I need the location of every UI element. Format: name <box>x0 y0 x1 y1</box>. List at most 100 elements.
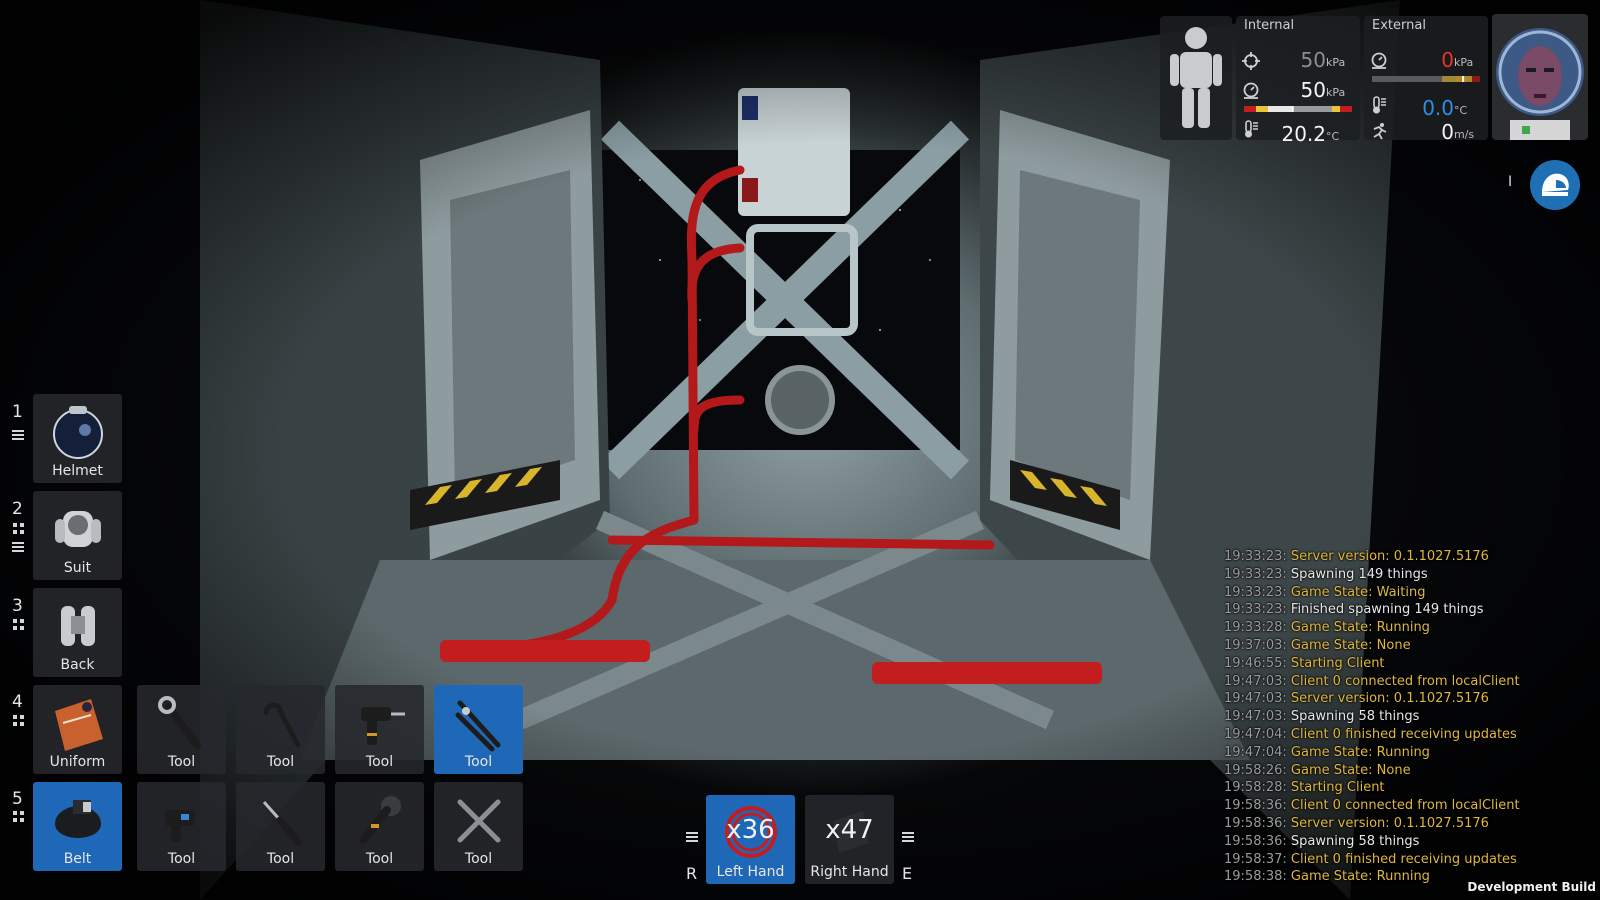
log-timestamp: 19:33:23: <box>1224 584 1287 600</box>
log-line: 19:58:36: Server version: 0.1.1027.5176 <box>1224 816 1600 834</box>
external-temperature-value: 0.0 <box>1422 96 1454 120</box>
uniform-tool-slot-4[interactable]: Tool <box>434 685 523 774</box>
left-hand-label: Left Hand <box>716 864 785 880</box>
log-line: 19:47:04: Game State: Running <box>1224 745 1600 763</box>
log-message: Spawning 58 things <box>1290 833 1420 849</box>
menu-lines-icon[interactable] <box>12 428 26 442</box>
log-line: 19:47:03: Client 0 connected from localC… <box>1224 674 1600 692</box>
log-message: Game State: Running <box>1290 869 1430 885</box>
log-message: Client 0 connected from localClient <box>1290 798 1520 814</box>
internal-status-panel: Internal 50 kPa 50 kPa 20.2 °C <box>1236 16 1360 146</box>
uniform-tool-slot-2[interactable]: Tool <box>236 685 325 774</box>
log-line: 19:33:23: Game State: Waiting <box>1224 585 1600 603</box>
belt-tool-slot-3[interactable]: Tool <box>335 782 424 871</box>
slot-number-4: 4 <box>12 692 23 712</box>
helmet-icon <box>53 406 103 459</box>
equipment-slot-back[interactable]: Back <box>33 588 122 677</box>
helmet-toggle-button[interactable] <box>1530 160 1580 210</box>
internal-temperature-value: 20.2 <box>1281 122 1326 146</box>
screwdriver-icon <box>262 801 302 846</box>
log-timestamp: 19:58:37: <box>1224 851 1287 867</box>
log-message: Game State: Waiting <box>1290 584 1426 600</box>
uniform-tool-slot-1[interactable]: Tool <box>137 685 226 774</box>
log-timestamp: 19:58:38: <box>1224 869 1287 885</box>
tool-slot-label: Tool <box>167 754 196 770</box>
log-timestamp: 19:47:04: <box>1224 744 1287 760</box>
jetpack-icon <box>61 606 95 646</box>
left-hand-count: x36 <box>726 815 775 845</box>
log-line: 19:58:37: Client 0 finished receiving up… <box>1224 852 1600 870</box>
log-message: Starting Client <box>1290 780 1385 796</box>
right-hand-key: E <box>902 864 913 883</box>
internal-temperature-row: 20.2 °C <box>1236 110 1360 146</box>
uniform-icon <box>55 699 103 751</box>
equipment-slot-belt[interactable]: Belt <box>33 782 122 871</box>
external-speed-row: 0 m/s <box>1364 120 1488 146</box>
uniform-tool-slot-3[interactable]: Tool <box>335 685 424 774</box>
log-timestamp: 19:33:28: <box>1224 620 1287 636</box>
tool-slot-label: Tool <box>365 754 394 770</box>
grid-dots-icon[interactable] <box>12 522 26 536</box>
equipment-slot-uniform[interactable]: Uniform <box>33 685 122 774</box>
gauge-icon <box>1243 82 1259 99</box>
running-figure-icon <box>1373 123 1387 140</box>
grid-dots-icon[interactable] <box>12 618 26 632</box>
log-timestamp: 19:58:36: <box>1224 833 1287 849</box>
body-figure-icon <box>1170 27 1222 128</box>
log-timestamp: 19:58:28: <box>1224 780 1287 796</box>
right-hand-slot[interactable]: x47 Right Hand <box>805 795 894 884</box>
internal-temperature-unit: °C <box>1326 130 1340 143</box>
equipment-slot-helmet[interactable]: Helmet <box>33 394 122 483</box>
menu-lines-icon[interactable] <box>902 830 916 844</box>
equipment-slot-suit[interactable]: Suit <box>33 491 122 580</box>
log-message: Client 0 connected from localClient <box>1290 673 1520 689</box>
belt-tool-slot-2[interactable]: Tool <box>236 782 325 871</box>
internal-tank-pressure-row: 50 kPa <box>1236 48 1360 74</box>
log-line: 19:33:23: Server version: 0.1.1027.5176 <box>1224 549 1600 567</box>
left-hand-slot[interactable]: x36 Left Hand <box>706 795 795 884</box>
menu-lines-icon[interactable] <box>686 830 700 844</box>
grid-dots-icon[interactable] <box>12 714 26 728</box>
log-message: Client 0 finished receiving updates <box>1290 851 1517 867</box>
equipment-slot-label: Belt <box>63 851 92 867</box>
log-message: Server version: 0.1.1027.5176 <box>1290 549 1489 564</box>
belt-tool-slot-4[interactable]: Tool <box>434 782 523 871</box>
slot-number-5: 5 <box>12 789 23 809</box>
internal-suit-pressure-row: 50 kPa <box>1236 78 1360 104</box>
log-message: Spawning 58 things <box>1290 709 1420 725</box>
log-timestamp: 19:46:55: <box>1224 655 1287 671</box>
tool-slot-label: Tool <box>266 851 295 867</box>
internal-suit-pressure-value: 50 <box>1300 78 1326 102</box>
log-line: 19:58:28: Starting Client <box>1224 780 1600 798</box>
log-line: 19:33:28: Game State: Running <box>1224 620 1600 638</box>
menu-lines-icon[interactable] <box>12 540 26 554</box>
multi-tool-icon <box>457 799 501 843</box>
log-message: Game State: Running <box>1290 620 1430 636</box>
external-speed-value: 0 <box>1441 120 1454 144</box>
right-hand-count: x47 <box>825 815 874 845</box>
external-temperature-row: 0.0 °C <box>1364 90 1488 120</box>
left-hand-key: R <box>686 864 698 883</box>
belt-icon <box>55 800 101 838</box>
player-portrait <box>1492 14 1588 140</box>
tool-slot-label: Tool <box>365 851 394 867</box>
crowbar-icon <box>263 702 301 748</box>
log-message: Starting Client <box>1290 655 1385 671</box>
log-timestamp: 19:58:26: <box>1224 762 1287 778</box>
log-line: 19:46:55: Starting Client <box>1224 656 1600 674</box>
external-temperature-unit: °C <box>1454 104 1468 117</box>
tool-slot-label: Tool <box>167 851 196 867</box>
equipment-slot-label: Suit <box>63 560 92 576</box>
log-message: Game State: Running <box>1290 744 1430 760</box>
tool-slot-label: Tool <box>266 754 295 770</box>
log-timestamp: 19:47:03: <box>1224 709 1287 725</box>
grid-dots-icon[interactable] <box>12 810 26 824</box>
suit-status-figure <box>1160 16 1232 140</box>
equipment-slot-label: Helmet <box>52 463 103 479</box>
belt-tool-slot-1[interactable]: Tool <box>137 782 226 871</box>
log-message: Game State: None <box>1290 637 1411 653</box>
tool-slot-label: Tool <box>464 851 493 867</box>
crosshair-icon <box>1242 52 1260 70</box>
log-message: Client 0 finished receiving updates <box>1290 726 1517 742</box>
log-line: 19:58:36: Client 0 connected from localC… <box>1224 798 1600 816</box>
